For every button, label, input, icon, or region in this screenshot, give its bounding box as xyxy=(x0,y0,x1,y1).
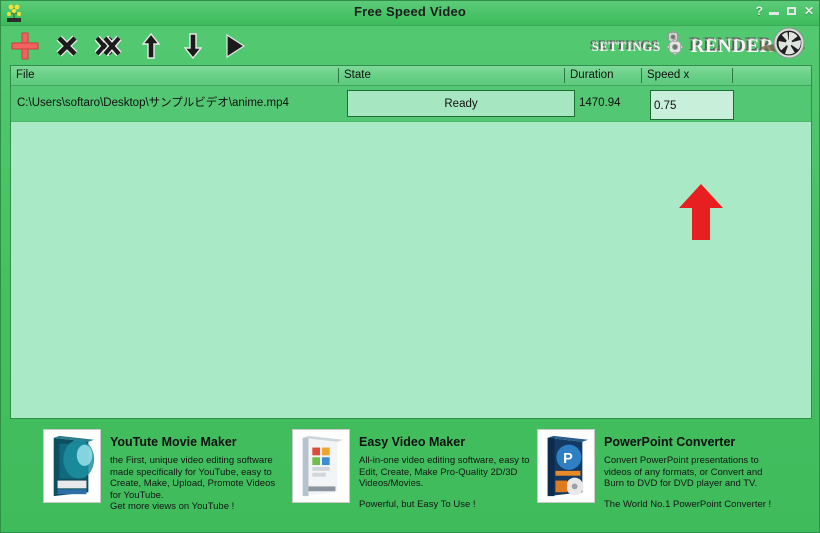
red-up-arrow-annotation xyxy=(678,184,724,240)
ad-tagline: The World No.1 PowerPoint Converter ! xyxy=(604,498,772,510)
ad-text-block: PowerPoint Converter Convert PowerPoint … xyxy=(604,429,794,510)
ad-description: Convert PowerPoint presentations to vide… xyxy=(604,455,763,489)
cell-state: Ready xyxy=(347,90,575,117)
ad-description: the First, unique video editing software… xyxy=(110,455,276,512)
maximize-button[interactable] xyxy=(786,5,798,18)
close-button[interactable]: ✕ xyxy=(804,4,814,18)
file-list-header: File State Duration Speed x xyxy=(11,66,811,86)
column-header-speed[interactable]: Speed x xyxy=(642,66,732,85)
play-button[interactable] xyxy=(219,29,251,63)
settings-button[interactable]: SETTINGS xyxy=(591,28,684,64)
ad-thumbnail-icon xyxy=(292,429,350,503)
ad-text-block: Easy Video Maker All-in-one video editin… xyxy=(359,429,549,510)
remove-file-button[interactable] xyxy=(51,29,83,63)
add-file-button[interactable] xyxy=(9,29,41,63)
ad-thumbnail-icon: P xyxy=(537,429,595,503)
ad-title: YouTute Movie Maker xyxy=(110,435,237,449)
speed-x-input[interactable] xyxy=(650,90,734,120)
ad-youtute-movie-maker[interactable]: YouTute Movie Maker the First, unique vi… xyxy=(43,429,300,513)
gear-icon xyxy=(654,29,684,64)
column-divider[interactable] xyxy=(732,68,733,83)
settings-label: SETTINGS xyxy=(590,38,660,53)
column-header-file[interactable]: File xyxy=(11,66,338,85)
ad-easy-video-maker[interactable]: Easy Video Maker All-in-one video editin… xyxy=(292,429,549,510)
toolbar: SETTINGS RENDER xyxy=(1,26,819,66)
ad-title: PowerPoint Converter xyxy=(604,435,736,449)
toolbar-right-buttons: SETTINGS RENDER xyxy=(591,26,811,67)
ad-tagline: Powerful, but Easy To Use ! xyxy=(359,498,476,510)
column-header-state[interactable]: State xyxy=(339,66,564,85)
ad-text-block: YouTute Movie Maker the First, unique vi… xyxy=(110,429,300,513)
move-up-button[interactable] xyxy=(135,29,167,63)
app-window: Free Speed Video ? ✕ SETTINGS RENDER Fil… xyxy=(0,0,820,533)
window-title: Free Speed Video xyxy=(353,4,467,19)
ad-thumbnail-icon xyxy=(43,429,101,503)
ad-title: Easy Video Maker xyxy=(359,435,466,449)
toolbar-buttons xyxy=(9,26,251,66)
table-row[interactable]: C:\Users\softaro\Desktop\サンプルビデオ\anime.m… xyxy=(11,86,811,122)
file-list-panel: File State Duration Speed x C:\Users\sof… xyxy=(10,65,812,419)
minimize-button[interactable] xyxy=(768,5,780,18)
promo-ads-strip: YouTute Movie Maker the First, unique vi… xyxy=(1,429,819,532)
film-reel-icon xyxy=(761,26,811,67)
render-button[interactable]: RENDER xyxy=(690,26,811,67)
cell-duration: 1470.94 xyxy=(579,97,621,109)
ad-description: All-in-one video editing software, easy … xyxy=(359,455,530,489)
column-header-duration[interactable]: Duration xyxy=(565,66,641,85)
move-down-button[interactable] xyxy=(177,29,209,63)
svg-text:P: P xyxy=(563,451,573,467)
cell-file-path: C:\Users\softaro\Desktop\サンプルビデオ\anime.m… xyxy=(17,97,289,109)
help-button[interactable]: ? xyxy=(756,4,763,18)
window-controls: ? ✕ xyxy=(756,4,814,18)
ad-powerpoint-converter[interactable]: P PowerPoint Converter Convert PowerPoin… xyxy=(537,429,794,510)
remove-all-files-button[interactable] xyxy=(93,29,125,63)
title-bar: Free Speed Video ? ✕ xyxy=(1,1,819,26)
